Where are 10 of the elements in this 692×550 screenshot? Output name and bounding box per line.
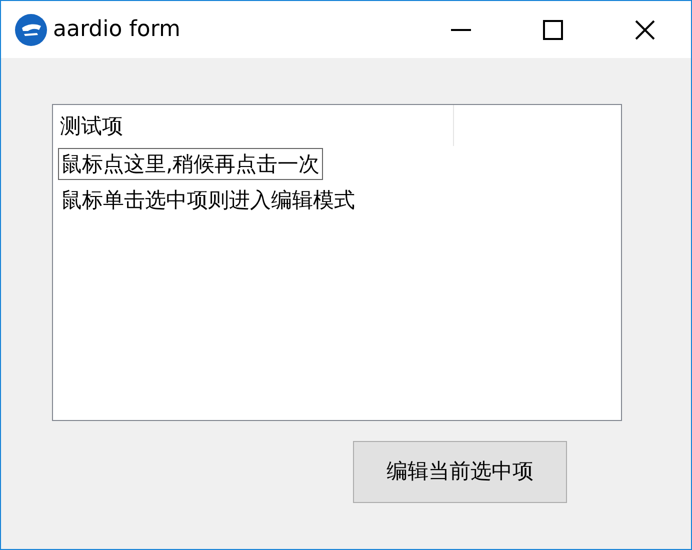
edit-selected-button[interactable]: 编辑当前选中项: [353, 441, 567, 503]
app-logo-icon: [15, 14, 47, 46]
window-title: aardio form: [53, 16, 180, 44]
column-header[interactable]: 测试项: [53, 105, 454, 146]
close-icon: [635, 20, 655, 40]
list-item[interactable]: 鼠标单击选中项则进入编辑模式: [58, 184, 358, 216]
list-item[interactable]: 鼠标点这里,稍候再点击一次: [58, 148, 323, 180]
maximize-icon: [543, 20, 563, 40]
list-view[interactable]: 测试项 鼠标点这里,稍候再点击一次 鼠标单击选中项则进入编辑模式: [52, 104, 622, 421]
minimize-icon: [451, 28, 471, 30]
